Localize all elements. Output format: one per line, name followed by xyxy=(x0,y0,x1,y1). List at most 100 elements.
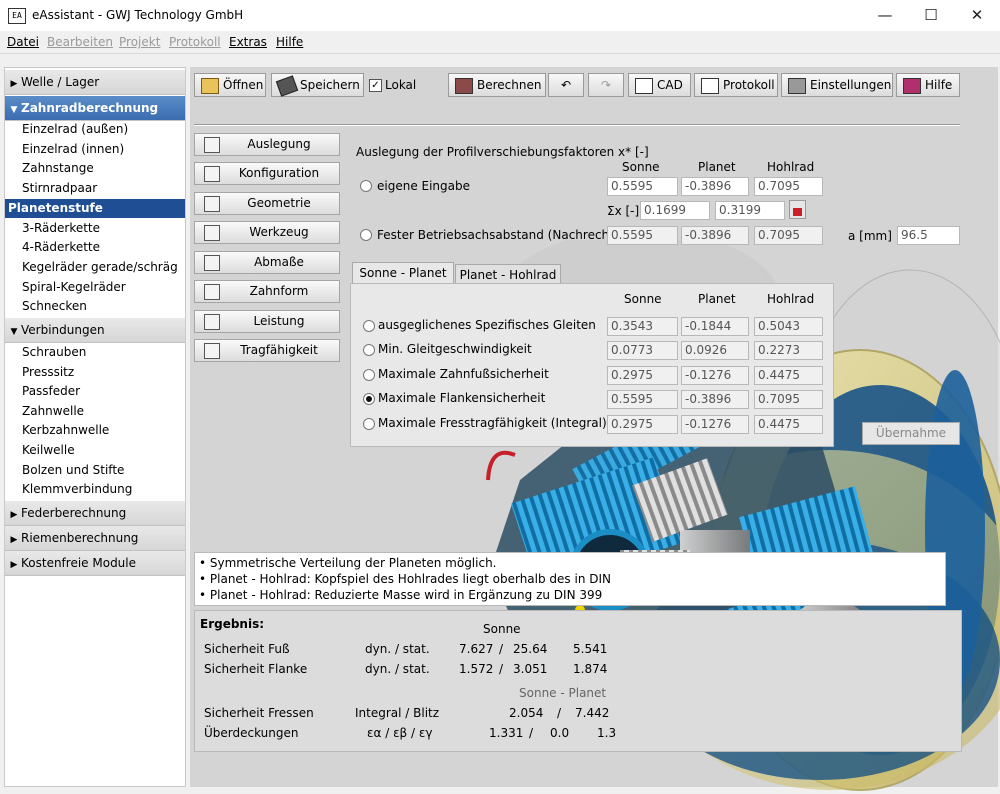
menu-datei[interactable]: Datei xyxy=(7,35,39,49)
sidebar-item[interactable]: Klemmverbindung xyxy=(22,480,132,499)
tab-planet-hohlrad[interactable]: Planet - Hohlrad xyxy=(455,264,561,285)
hilfe-button[interactable]: Hilfe xyxy=(896,73,960,97)
nav-button[interactable]: Geometrie xyxy=(194,192,340,215)
nav-label: Konfiguration xyxy=(238,166,320,180)
col-hohlrad: Hohlrad xyxy=(767,160,815,174)
open-button[interactable]: Öffnen xyxy=(194,73,266,97)
sidebar-item[interactable]: Kerbzahnwelle xyxy=(22,421,109,440)
section-federberechnung[interactable]: ▶ Federberechnung xyxy=(5,501,185,526)
collapsed-arrow-icon: ▶ xyxy=(10,560,18,570)
sidebar-item[interactable]: Stirnradpaar xyxy=(22,179,97,198)
save-button[interactable]: Speichern xyxy=(271,73,364,97)
hilfe-label: Hilfe xyxy=(925,78,953,92)
calculator-icon xyxy=(455,77,473,94)
redo-button[interactable]: ↷ xyxy=(588,73,624,97)
section-verbindungen[interactable]: ▼ Verbindungen xyxy=(5,318,185,343)
nav-button[interactable]: Auslegung xyxy=(194,133,340,156)
eps-gamma: 1.3 xyxy=(597,726,617,740)
sigma-label: Σx [-] xyxy=(607,204,640,218)
section-kostenfreie-module[interactable]: ▶ Kostenfreie Module xyxy=(5,551,185,576)
method-label: ausgeglichenes Spezifisches Gleiten xyxy=(378,318,596,332)
section-welle-lager[interactable]: ▶ Welle / Lager xyxy=(5,70,185,95)
method-label: Min. Gleitgeschwindigkeit xyxy=(378,342,532,356)
fester-planet-input[interactable]: -0.3896 xyxy=(681,226,749,245)
section-zahnradberechnung[interactable]: ▼ Zahnradberechnung xyxy=(5,96,185,121)
nav-icon xyxy=(204,314,220,330)
maximize-button[interactable]: ☐ xyxy=(908,0,954,31)
redo-icon: ↷ xyxy=(600,78,612,92)
sidebar-item[interactable]: Passfeder xyxy=(22,382,80,401)
lokal-checkbox[interactable]: ✓ xyxy=(369,79,382,92)
document-icon xyxy=(701,77,719,94)
method-value: -0.1844 xyxy=(681,317,749,336)
method-radio[interactable] xyxy=(363,320,375,332)
sigma-2-input[interactable]: 0.3199 xyxy=(715,201,785,220)
method-radio[interactable] xyxy=(363,369,375,381)
nav-button[interactable]: Konfiguration xyxy=(194,162,340,185)
sidebar-item[interactable]: Einzelrad (innen) xyxy=(22,140,124,159)
nav-button[interactable]: Werkzeug xyxy=(194,221,340,244)
sidebar-item[interactable]: Planetenstufe xyxy=(5,198,185,218)
method-value: 0.4475 xyxy=(754,415,823,434)
nav-button[interactable]: Leistung xyxy=(194,310,340,333)
menu-bar: Datei Bearbeiten Projekt Protokoll Extra… xyxy=(0,31,1000,54)
lock-icon xyxy=(793,208,802,216)
lock-button[interactable] xyxy=(789,200,806,219)
method-value: 0.0773 xyxy=(607,341,678,360)
note-item: • Symmetrische Verteilung der Planeten m… xyxy=(199,556,497,570)
sidebar-item[interactable]: Kegelräder gerade/schräg xyxy=(22,258,178,277)
cad-button[interactable]: CAD xyxy=(628,73,691,97)
nav-button[interactable]: Tragfähigkeit xyxy=(194,339,340,362)
eigene-planet-input[interactable]: -0.3896 xyxy=(681,177,749,196)
sigma-1-input[interactable]: 0.1699 xyxy=(640,201,710,220)
method-value: 0.2273 xyxy=(754,341,823,360)
eps-beta: 0.0 xyxy=(550,726,570,740)
menu-hilfe[interactable]: Hilfe xyxy=(276,35,303,49)
note-item: • Planet - Hohlrad: Reduzierte Masse wir… xyxy=(199,588,603,602)
sidebar-item[interactable]: Bolzen und Stifte xyxy=(22,461,124,480)
sidebar-item[interactable]: Zahnwelle xyxy=(22,402,84,421)
nav-label: Abmaße xyxy=(254,255,304,269)
uebernahme-button[interactable]: Übernahme xyxy=(862,422,960,445)
sidebar-item[interactable]: Zahnstange xyxy=(22,159,94,178)
method-radio[interactable] xyxy=(363,344,375,356)
nav-button[interactable]: Zahnform xyxy=(194,280,340,303)
section-riemenberechnung[interactable]: ▶ Riemenberechnung xyxy=(5,526,185,551)
sidebar-item[interactable]: Presssitz xyxy=(22,363,74,382)
settings-icon xyxy=(788,77,806,94)
undo-button[interactable]: ↶ xyxy=(548,73,584,97)
close-button[interactable]: ✕ xyxy=(954,0,1000,31)
protokoll-button[interactable]: Protokoll xyxy=(694,73,778,97)
radio-eigene-eingabe[interactable] xyxy=(360,180,372,192)
sidebar-item[interactable]: 3-Räderkette xyxy=(22,219,100,238)
einstellungen-button[interactable]: Einstellungen xyxy=(781,73,893,97)
method-radio[interactable] xyxy=(363,418,375,430)
ueberdeckungen-label: Überdeckungen xyxy=(204,726,299,740)
achsabstand-input[interactable]: 96.5 xyxy=(897,226,960,245)
nav-button[interactable]: Abmaße xyxy=(194,251,340,274)
menu-extras[interactable]: Extras xyxy=(229,35,267,49)
method-radio[interactable] xyxy=(363,393,375,405)
eigene-hohlrad-input[interactable]: 0.7095 xyxy=(754,177,823,196)
sidebar-item[interactable]: Einzelrad (außen) xyxy=(22,120,128,139)
radio-fester-achsabstand[interactable] xyxy=(360,229,372,241)
berechnen-button[interactable]: Berechnen xyxy=(448,73,546,97)
tab-sonne-planet[interactable]: Sonne - Planet xyxy=(352,262,454,285)
nav-icon xyxy=(204,137,220,153)
menu-projekt[interactable]: Projekt xyxy=(119,35,160,49)
protokoll-label: Protokoll xyxy=(723,78,775,92)
sidebar-item[interactable]: 4-Räderkette xyxy=(22,238,100,257)
method-value: -0.3896 xyxy=(681,390,749,409)
eigene-sonne-input[interactable]: 0.5595 xyxy=(607,177,678,196)
sidebar-item[interactable]: Schnecken xyxy=(22,297,87,316)
minimize-button[interactable]: — xyxy=(862,0,908,31)
fester-sonne-input[interactable]: 0.5595 xyxy=(607,226,678,245)
section-label: Verbindungen xyxy=(21,323,105,337)
fester-hohlrad-input[interactable]: 0.7095 xyxy=(754,226,823,245)
sidebar-item[interactable]: Keilwelle xyxy=(22,441,75,460)
note-item: • Planet - Hohlrad: Kopfspiel des Hohlra… xyxy=(199,572,612,586)
sidebar-item[interactable]: Schrauben xyxy=(22,343,86,362)
sidebar-item[interactable]: Spiral-Kegelräder xyxy=(22,278,126,297)
menu-protokoll[interactable]: Protokoll xyxy=(169,35,221,49)
menu-bearbeiten[interactable]: Bearbeiten xyxy=(47,35,113,49)
